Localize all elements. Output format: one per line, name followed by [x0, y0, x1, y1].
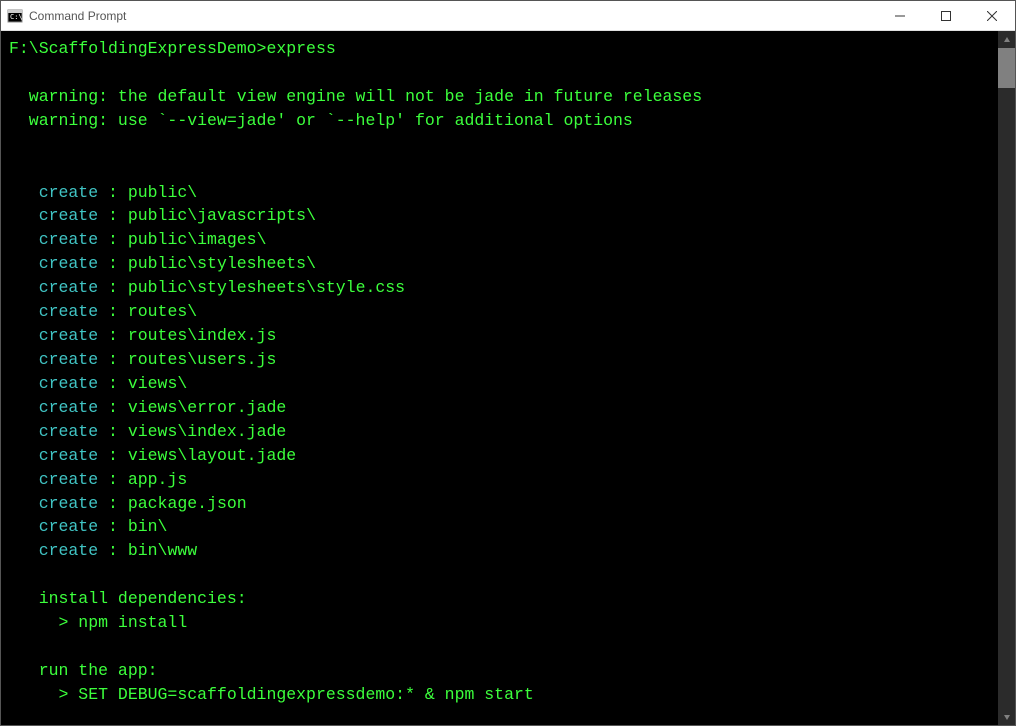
window-title: Command Prompt: [29, 9, 877, 23]
titlebar: C:\ Command Prompt: [1, 1, 1015, 31]
create-label: create: [9, 254, 98, 273]
blank-line: [9, 563, 990, 587]
create-label: create: [9, 494, 98, 513]
warning-line: warning: the default view engine will no…: [9, 85, 990, 109]
minimize-button[interactable]: [877, 1, 923, 30]
prompt: F:\ScaffoldingExpressDemo>: [9, 39, 266, 58]
close-button[interactable]: [969, 1, 1015, 30]
blank-line: [9, 133, 990, 157]
blank-line: [9, 635, 990, 659]
create-line: create : bin\www: [9, 539, 990, 563]
warning-line: warning: use `--view=jade' or `--help' f…: [9, 109, 990, 133]
scroll-down-button[interactable]: [998, 708, 1015, 725]
create-label: create: [9, 517, 98, 536]
create-sep: :: [98, 206, 128, 225]
create-label: create: [9, 350, 98, 369]
create-sep: :: [98, 517, 128, 536]
create-line: create : public\stylesheets\: [9, 252, 990, 276]
create-line: create : public\javascripts\: [9, 204, 990, 228]
window-controls: [877, 1, 1015, 30]
create-label: create: [9, 183, 98, 202]
maximize-button[interactable]: [923, 1, 969, 30]
create-line: create : package.json: [9, 492, 990, 516]
create-label: create: [9, 398, 98, 417]
create-line: create : app.js: [9, 468, 990, 492]
create-label: create: [9, 302, 98, 321]
create-sep: :: [98, 230, 128, 249]
create-path: views\error.jade: [128, 398, 286, 417]
create-path: package.json: [128, 494, 247, 513]
create-label: create: [9, 541, 98, 560]
create-path: views\layout.jade: [128, 446, 296, 465]
scrollbar[interactable]: [998, 31, 1015, 725]
create-sep: :: [98, 278, 128, 297]
create-path: routes\: [128, 302, 197, 321]
create-line: create : bin\: [9, 515, 990, 539]
create-sep: :: [98, 350, 128, 369]
blank-line: [9, 157, 990, 181]
create-line: create : views\error.jade: [9, 396, 990, 420]
prompt-line: F:\ScaffoldingExpressDemo>express: [9, 37, 990, 61]
create-label: create: [9, 206, 98, 225]
create-path: public\: [128, 183, 197, 202]
create-label: create: [9, 446, 98, 465]
create-label: create: [9, 470, 98, 489]
create-line: create : views\index.jade: [9, 420, 990, 444]
create-sep: :: [98, 422, 128, 441]
install-cmd: > npm install: [9, 611, 990, 635]
terminal-container: F:\ScaffoldingExpressDemo>express warnin…: [1, 31, 1015, 725]
create-sep: :: [98, 541, 128, 560]
create-sep: :: [98, 398, 128, 417]
terminal-output[interactable]: F:\ScaffoldingExpressDemo>express warnin…: [1, 31, 998, 725]
create-line: create : routes\users.js: [9, 348, 990, 372]
create-path: bin\www: [128, 541, 197, 560]
create-path: app.js: [128, 470, 187, 489]
create-sep: :: [98, 302, 128, 321]
create-path: public\images\: [128, 230, 267, 249]
create-path: views\: [128, 374, 187, 393]
blank-line: [9, 61, 990, 85]
create-sep: :: [98, 374, 128, 393]
create-path: public\stylesheets\style.css: [128, 278, 405, 297]
run-cmd: > SET DEBUG=scaffoldingexpressdemo:* & n…: [9, 683, 990, 707]
create-path: routes\index.js: [128, 326, 277, 345]
create-path: public\stylesheets\: [128, 254, 316, 273]
create-label: create: [9, 278, 98, 297]
create-line: create : views\: [9, 372, 990, 396]
create-sep: :: [98, 494, 128, 513]
create-line: create : views\layout.jade: [9, 444, 990, 468]
create-line: create : public\stylesheets\style.css: [9, 276, 990, 300]
svg-text:C:\: C:\: [10, 13, 23, 21]
scroll-thumb[interactable]: [998, 48, 1015, 88]
create-path: routes\users.js: [128, 350, 277, 369]
create-label: create: [9, 422, 98, 441]
create-sep: :: [98, 326, 128, 345]
create-path: bin\: [128, 517, 168, 536]
scroll-up-button[interactable]: [998, 31, 1015, 48]
cmd-icon: C:\: [7, 8, 23, 24]
install-header: install dependencies:: [9, 587, 990, 611]
create-label: create: [9, 230, 98, 249]
create-line: create : routes\: [9, 300, 990, 324]
create-label: create: [9, 374, 98, 393]
create-label: create: [9, 326, 98, 345]
create-path: views\index.jade: [128, 422, 286, 441]
create-line: create : public\images\: [9, 228, 990, 252]
create-sep: :: [98, 254, 128, 273]
create-path: public\javascripts\: [128, 206, 316, 225]
create-sep: :: [98, 470, 128, 489]
create-line: create : routes\index.js: [9, 324, 990, 348]
create-sep: :: [98, 446, 128, 465]
command: express: [266, 39, 335, 58]
create-sep: :: [98, 183, 128, 202]
create-line: create : public\: [9, 181, 990, 205]
run-header: run the app:: [9, 659, 990, 683]
